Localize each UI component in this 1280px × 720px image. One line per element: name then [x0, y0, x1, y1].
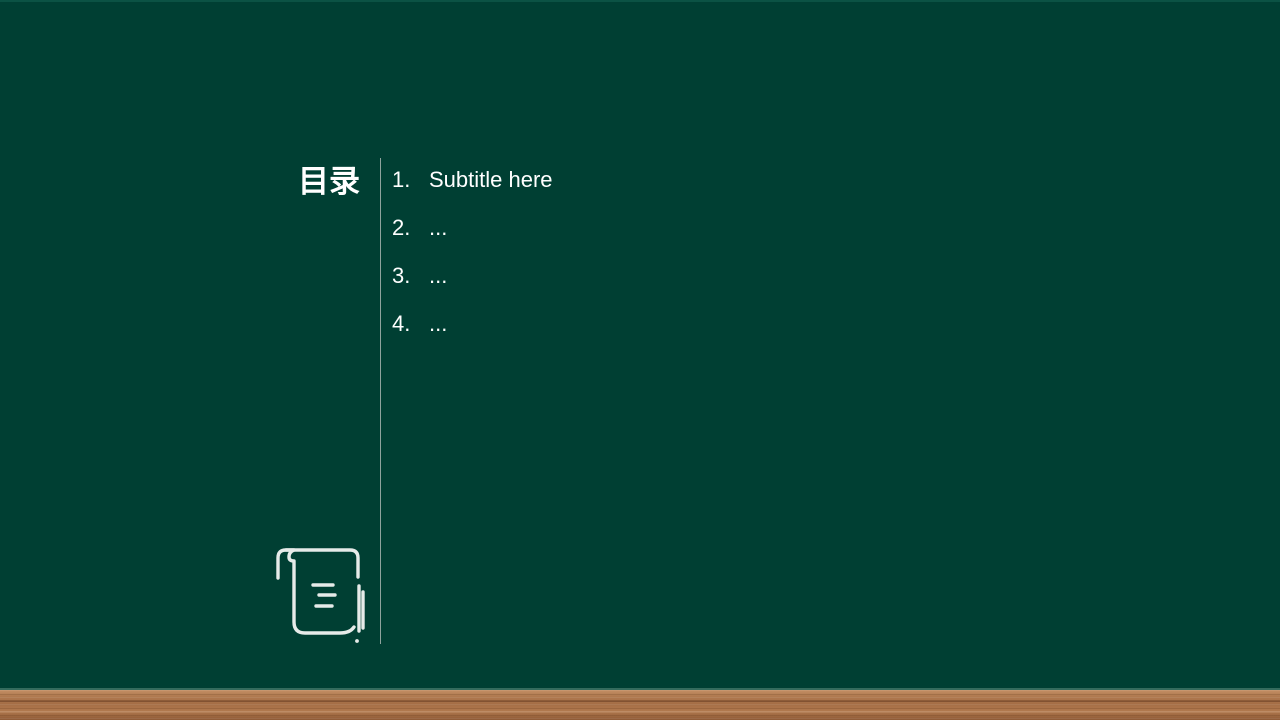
toc-item-number: 4. [392, 311, 411, 336]
toc-item-4: 4.... [392, 310, 553, 358]
toc-item-number: 3. [392, 263, 411, 288]
toc-item-text: Subtitle here [429, 167, 553, 192]
wooden-floor [0, 690, 1280, 720]
toc-title: 目录 [298, 164, 360, 200]
toc-item-1: 1. Subtitle here [392, 166, 553, 214]
toc-item-3: 3.... [392, 262, 553, 310]
toc-item-text: ... [429, 263, 448, 288]
toc-item-number: 2. [392, 215, 411, 240]
floor-grain [0, 711, 1280, 713]
floor-grain [0, 700, 1280, 702]
vertical-divider [380, 158, 381, 644]
toc-list: 1. Subtitle here 2.... 3.... 4.... [392, 166, 553, 358]
slide: 目录 1. Subtitle here 2.... 3.... 4.... [0, 0, 1280, 720]
board-top-edge [0, 0, 1280, 2]
scroll-document-icon [276, 548, 365, 643]
toc-item-text: ... [429, 215, 448, 240]
icon-dot [355, 639, 359, 643]
toc-item-2: 2.... [392, 214, 553, 262]
toc-item-number: 1. [392, 167, 411, 192]
toc-item-text: ... [429, 311, 448, 336]
